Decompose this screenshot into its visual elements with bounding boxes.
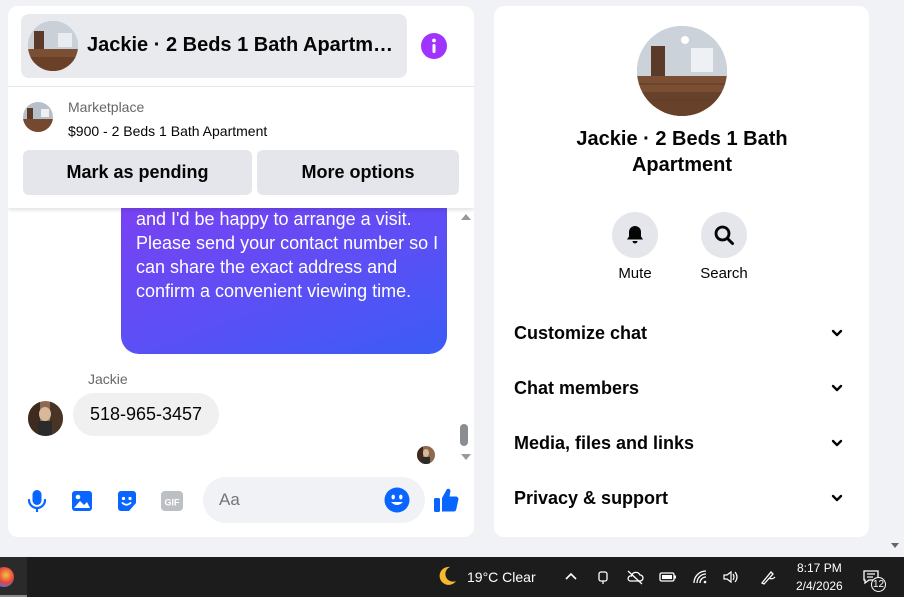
conversation-title: Jackie · 2 Beds 1 Bath Apartme… <box>87 34 403 56</box>
message-scrollbar-thumb[interactable] <box>460 424 468 446</box>
gif-icon[interactable]: GIF <box>159 488 185 514</box>
chevron-down-icon <box>831 329 843 337</box>
conversation-profile-photo[interactable] <box>637 26 727 116</box>
wifi-icon[interactable] <box>692 569 710 585</box>
emoji-icon[interactable] <box>384 487 410 513</box>
conversation-avatar <box>28 21 78 71</box>
info-icon[interactable] <box>421 33 447 59</box>
search-icon <box>714 225 734 245</box>
search-button[interactable] <box>701 212 747 258</box>
sender-name: Jackie <box>88 371 128 387</box>
clock-time[interactable]: 8:17 PM <box>797 561 842 575</box>
sticker-icon[interactable] <box>114 488 140 514</box>
taskbar-app-button[interactable] <box>0 557 27 597</box>
photo-icon[interactable] <box>69 488 95 514</box>
section-label: Media, files and links <box>514 432 695 453</box>
section-label: Customize chat <box>514 322 648 343</box>
scroll-down-arrow[interactable] <box>461 454 471 460</box>
clock-date[interactable]: 2/4/2026 <box>796 579 843 593</box>
incoming-message-bubble[interactable]: 518-965-3457 <box>73 393 219 436</box>
device-icon[interactable] <box>595 569 613 585</box>
search-label: Search <box>700 265 748 282</box>
chat-members-section[interactable]: Chat members <box>514 373 849 403</box>
chat-panel: Jackie · 2 Beds 1 Bath Apartme… Marketpl… <box>8 6 474 537</box>
battery-icon[interactable] <box>659 569 677 585</box>
sender-avatar[interactable] <box>28 401 63 436</box>
section-label: Privacy & support <box>514 487 669 508</box>
section-label: Chat members <box>514 377 640 398</box>
conversation-info-title: Jackie · 2 Beds 1 Bath Apartment <box>576 128 788 176</box>
mute-label: Mute <box>618 265 652 282</box>
marketplace-label: Marketplace <box>68 99 145 115</box>
customize-chat-section[interactable]: Customize chat <box>514 318 849 348</box>
cloud-off-icon[interactable] <box>626 569 644 585</box>
listing-thumbnail[interactable] <box>23 102 53 132</box>
chevron-up-icon[interactable] <box>563 569 581 585</box>
mark-as-pending-button[interactable]: Mark as pending <box>23 150 252 195</box>
listing-title[interactable]: $900 - 2 Beds 1 Bath Apartment <box>68 123 267 139</box>
chevron-down-icon <box>831 384 843 392</box>
pen-icon[interactable] <box>759 569 777 585</box>
message-composer: GIF <box>8 474 474 524</box>
browser-icon <box>0 567 14 587</box>
chevron-down-icon <box>831 439 843 447</box>
conversation-info-panel: Jackie · 2 Beds 1 Bath Apartment Mute Se… <box>494 6 869 537</box>
thumbs-up-icon[interactable] <box>432 486 460 514</box>
chat-header[interactable]: Jackie · 2 Beds 1 Bath Apartme… <box>21 14 407 78</box>
outgoing-message-text: interest in the property. It's available… <box>136 209 439 301</box>
scroll-up-arrow[interactable] <box>461 214 471 220</box>
more-options-button[interactable]: More options <box>257 150 459 195</box>
outgoing-message-bubble[interactable]: interest in the property. It's available… <box>121 208 447 354</box>
seen-receipt-avatar <box>417 446 435 464</box>
mute-button[interactable] <box>612 212 658 258</box>
message-list[interactable]: interest in the property. It's available… <box>8 208 474 468</box>
speaker-icon[interactable] <box>722 569 740 585</box>
page-scroll-down-arrow[interactable] <box>891 543 899 548</box>
media-files-links-section[interactable]: Media, files and links <box>514 428 849 458</box>
marketplace-banner: Marketplace $900 - 2 Beds 1 Bath Apartme… <box>8 86 474 208</box>
bell-icon <box>627 226 643 244</box>
moon-icon[interactable] <box>436 565 458 587</box>
svg-text:GIF: GIF <box>165 498 181 508</box>
notification-count-badge: 12 <box>871 577 886 592</box>
taskbar: 19°C Clear 8:17 PM 2/4/2026 12 <box>0 557 904 597</box>
chevron-down-icon <box>831 494 843 502</box>
microphone-icon[interactable] <box>24 488 50 514</box>
weather-text[interactable]: 19°C Clear <box>467 569 536 585</box>
privacy-support-section[interactable]: Privacy & support <box>514 483 849 513</box>
